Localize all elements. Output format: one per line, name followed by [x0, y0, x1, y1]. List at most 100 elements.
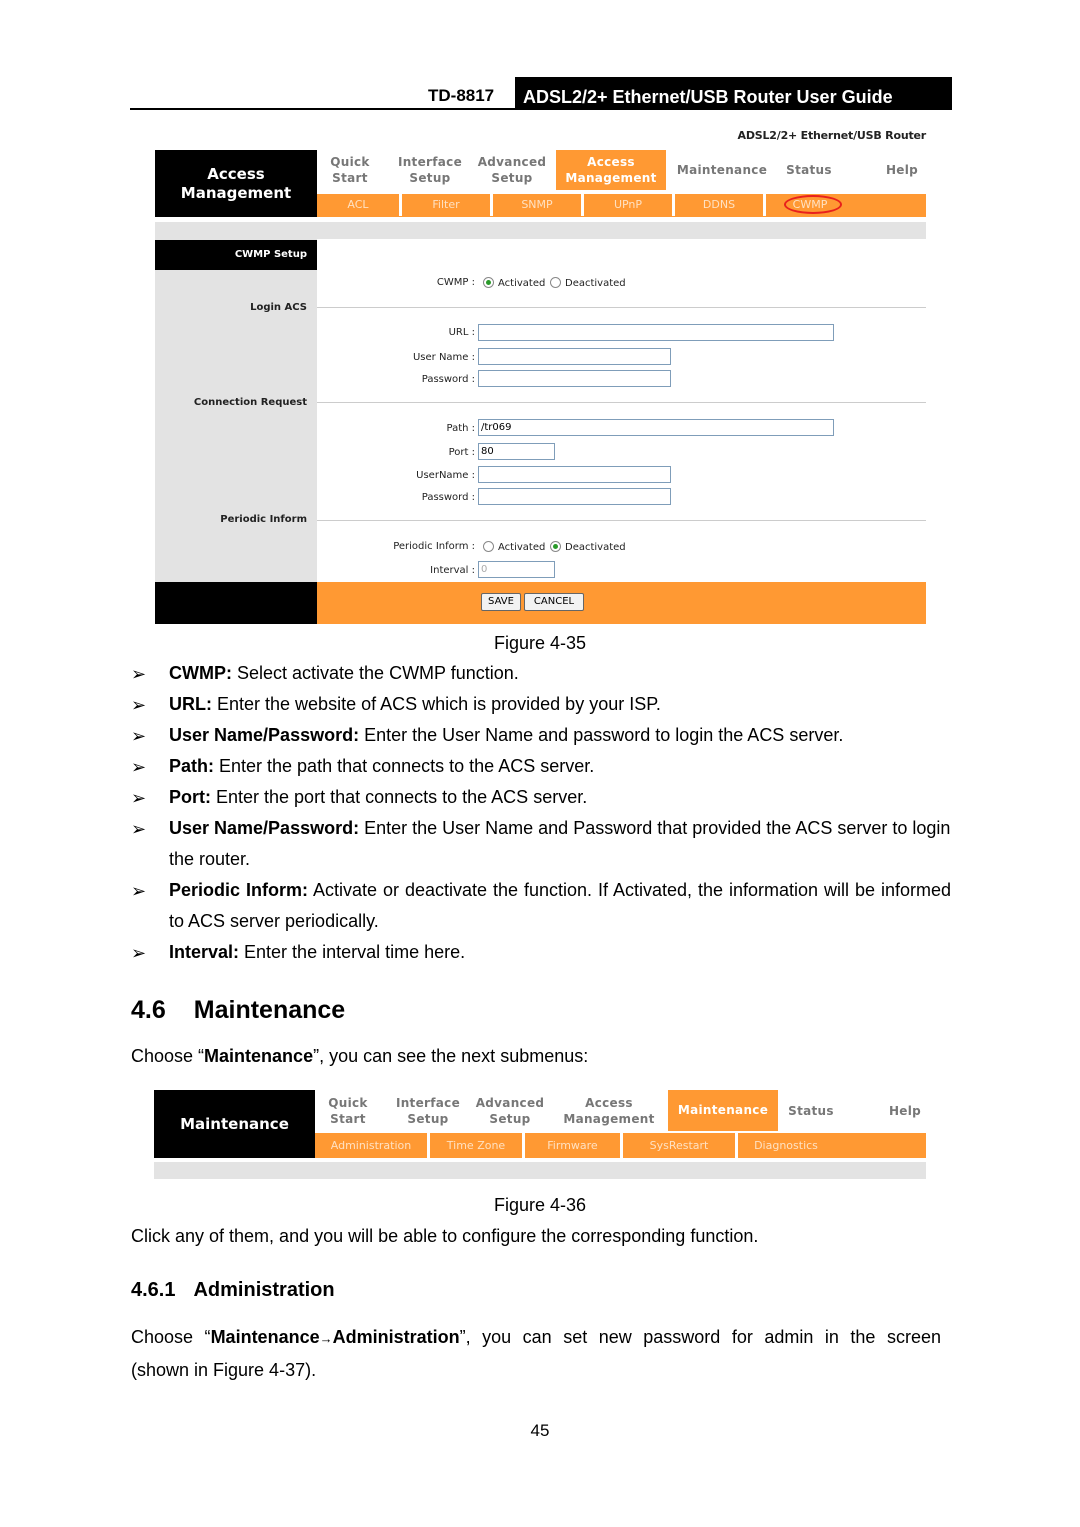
- submenu-sysrestart[interactable]: SysRestart: [623, 1133, 735, 1158]
- section-number: 4.6.1: [131, 1279, 176, 1301]
- conn-password-label: Password :: [421, 492, 475, 503]
- submenu-administration[interactable]: Administration: [315, 1133, 427, 1158]
- menu-access-management[interactable]: Access Management: [556, 150, 666, 190]
- section-connection-request: Connection Request: [193, 397, 307, 408]
- menu-help[interactable]: Help: [877, 162, 927, 178]
- main-menu: Quick Start Interface Setup Advanced Setup …: [317, 150, 926, 190]
- bullet-desc: Enter the User Name and password to logi…: [359, 725, 844, 745]
- menu-label: Interface: [397, 155, 463, 169]
- menu-advanced-setup[interactable]: Advanced Setup: [473, 154, 551, 186]
- acs-username-input[interactable]: [478, 348, 671, 365]
- menu-label: Management: [563, 1112, 655, 1126]
- bullet-item: URL: Enter the website of ACS which is p…: [169, 689, 951, 720]
- menu-status[interactable]: Status: [781, 1103, 841, 1119]
- menu-label: Setup: [489, 1112, 531, 1126]
- menu-maintenance[interactable]: Maintenance: [668, 1090, 778, 1131]
- section-title-line1: Access: [207, 165, 265, 183]
- path-input[interactable]: /tr069: [478, 419, 834, 436]
- menu-quick-start[interactable]: Quick Start: [317, 154, 383, 186]
- menu-label: Access: [585, 1096, 633, 1110]
- menu-label: Help: [888, 1104, 922, 1118]
- bullet-term: Periodic Inform:: [169, 880, 308, 900]
- separator: [317, 402, 926, 403]
- port-input[interactable]: 80: [478, 443, 555, 460]
- acs-password-label: Password :: [421, 374, 475, 385]
- cwmp-highlight-ellipse: [784, 195, 842, 214]
- menu-label: Maintenance: [676, 163, 768, 177]
- bullet-icon: ➢: [131, 943, 147, 963]
- figure-caption-35: Figure 4-35: [493, 633, 587, 653]
- acs-password-input[interactable]: [478, 370, 671, 387]
- port-label: Port :: [448, 447, 475, 458]
- menu-help[interactable]: Help: [875, 1103, 935, 1119]
- bullet-icon: ➢: [131, 695, 147, 715]
- menu-advanced-setup[interactable]: Advanced Setup: [471, 1095, 549, 1127]
- bullet-item: CWMP: Select activate the CWMP function.: [169, 658, 951, 689]
- divider-strip: [155, 222, 926, 239]
- cwmp-activated-label: Activated: [498, 278, 546, 289]
- text: ”, you can see the next submenus:: [313, 1046, 589, 1066]
- conn-password-input[interactable]: [478, 488, 671, 505]
- menu-interface-setup[interactable]: Interface Setup: [387, 1095, 469, 1127]
- submenu-firmware[interactable]: Firmware: [525, 1133, 620, 1158]
- cancel-button[interactable]: CANCEL: [524, 593, 584, 611]
- submenu-ddns[interactable]: DDNS: [675, 194, 763, 216]
- section-title-block: Access Management: [155, 150, 317, 217]
- conn-username-input[interactable]: [478, 466, 671, 483]
- section-title-line2: Management: [180, 184, 292, 202]
- cwmp-activated-radio[interactable]: [483, 277, 494, 288]
- text: ”, you can set new password for admin in…: [459, 1327, 941, 1347]
- menu-access-management[interactable]: Access Management: [554, 1095, 664, 1127]
- bullet-item: Port: Enter the port that connects to th…: [169, 782, 951, 813]
- bullet-item: Path: Enter the path that connects to th…: [169, 751, 951, 782]
- periodic-deactivated-radio[interactable]: [550, 541, 561, 552]
- divider-strip: [154, 1162, 926, 1179]
- submenu-snmp[interactable]: SNMP: [493, 194, 581, 216]
- menu-maintenance[interactable]: Maintenance: [672, 162, 772, 178]
- menu-label: Advanced: [475, 1096, 545, 1110]
- bullet-term: CWMP:: [169, 663, 232, 683]
- bullet-term: URL:: [169, 694, 212, 714]
- section-title: Maintenance: [193, 996, 346, 1024]
- cwmp-label: CWMP :: [436, 277, 475, 288]
- cwmp-deactivated-radio[interactable]: [550, 277, 561, 288]
- arrow-icon: →: [319, 1331, 333, 1346]
- submenu-bar: Administration Time Zone Firmware SysRes…: [315, 1133, 926, 1158]
- menu-quick-start[interactable]: Quick Start: [315, 1095, 381, 1127]
- save-button[interactable]: SAVE: [481, 593, 521, 611]
- menu-label: Management: [565, 171, 657, 185]
- url-input[interactable]: [478, 324, 834, 341]
- interval-label: Interval :: [430, 565, 475, 576]
- page-number: 45: [530, 1421, 550, 1440]
- menu-label: Quick: [328, 1096, 368, 1110]
- text-bold: Administration: [332, 1327, 460, 1347]
- bullet-icon: ➢: [131, 881, 147, 901]
- periodic-activated-radio[interactable]: [483, 541, 494, 552]
- submenu-upnp[interactable]: UPnP: [584, 194, 672, 216]
- menu-status[interactable]: Status: [779, 162, 839, 178]
- submenu-filter[interactable]: Filter: [402, 194, 490, 216]
- section-paragraph: Choose “Maintenance→Administration”, you…: [131, 1327, 941, 1348]
- submenu-diagnostics[interactable]: Diagnostics: [738, 1133, 834, 1158]
- menu-label: Interface: [395, 1096, 461, 1110]
- conn-username-label: UserName :: [416, 470, 475, 481]
- section-periodic-inform: Periodic Inform: [220, 514, 307, 525]
- submenu-acl[interactable]: ACL: [317, 194, 399, 216]
- bullet-icon: ➢: [131, 819, 147, 839]
- main-menu: Quick Start Interface Setup Advanced Setup …: [315, 1090, 926, 1131]
- interval-input[interactable]: 0: [478, 561, 555, 578]
- brand-label: ADSL2/2+ Ethernet/USB Router: [737, 129, 927, 142]
- menu-interface-setup[interactable]: Interface Setup: [389, 154, 471, 186]
- bullet-term: User Name/Password:: [169, 818, 360, 838]
- submenu-time-zone[interactable]: Time Zone: [430, 1133, 522, 1158]
- menu-label: Setup: [407, 1112, 449, 1126]
- footer-left-block: [155, 582, 317, 624]
- text: Choose “: [131, 1046, 205, 1066]
- menu-label: Setup: [409, 171, 451, 185]
- header-title: ADSL2/2+ Ethernet/USB Router User Guide: [515, 77, 952, 110]
- menu-label: Start: [330, 1112, 366, 1126]
- bullet-item: Periodic Inform: Activate or deactivate …: [169, 875, 951, 937]
- acs-username-label: User Name :: [412, 352, 475, 363]
- section-title-block: Maintenance: [154, 1090, 315, 1158]
- bullet-term: Port:: [169, 787, 211, 807]
